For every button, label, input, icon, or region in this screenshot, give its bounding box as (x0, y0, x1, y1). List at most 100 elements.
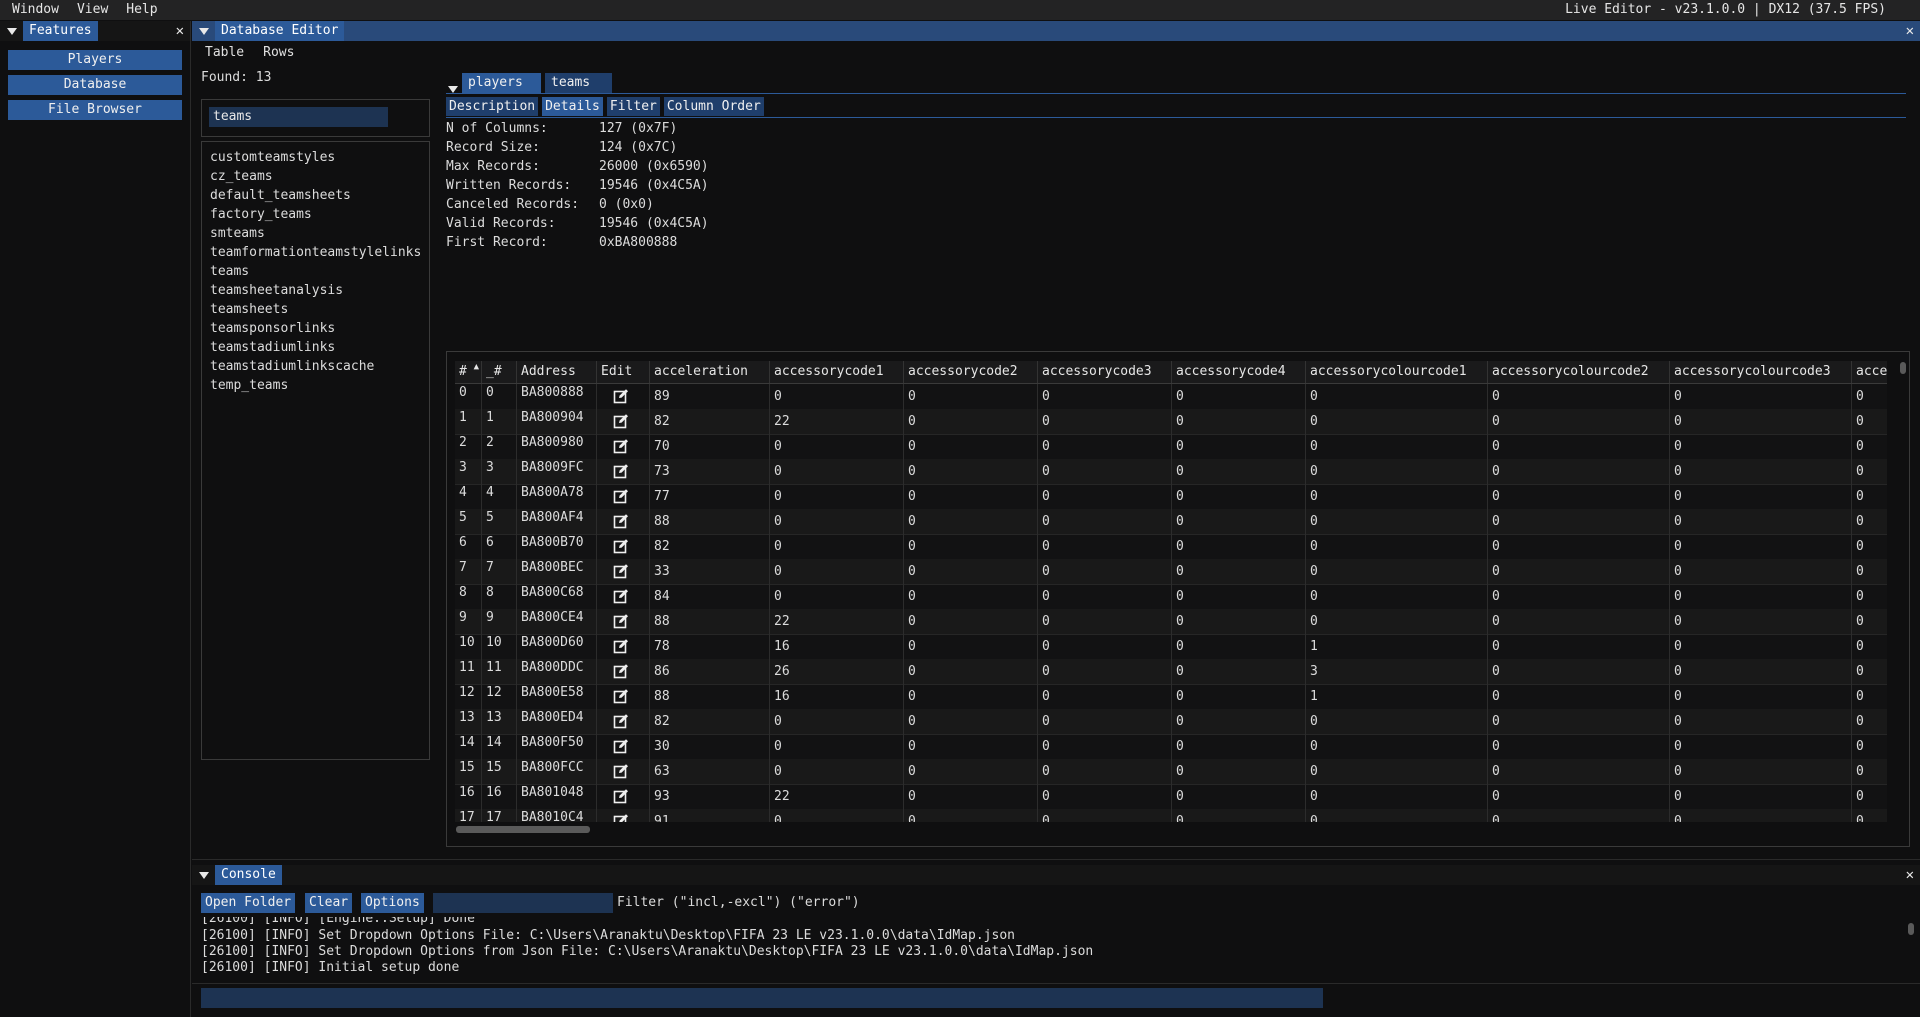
column-header[interactable]: accessorycode4 (1172, 361, 1306, 383)
edit-icon[interactable] (613, 813, 629, 822)
tab-filter[interactable]: Filter (606, 97, 660, 116)
edit-cell[interactable] (597, 784, 650, 809)
column-header[interactable]: accessorycolourcode3 (1670, 361, 1852, 383)
list-item[interactable]: teamsheetanalysis (210, 281, 343, 300)
edit-icon[interactable] (613, 688, 629, 704)
table-row[interactable]: 16 16 BA801048 93 22 0 0 0 0 0 0 0 (455, 784, 1887, 810)
edit-icon[interactable] (613, 538, 629, 554)
edit-cell[interactable] (597, 459, 650, 484)
edit-icon[interactable] (613, 588, 629, 604)
edit-icon[interactable] (613, 663, 629, 679)
edit-icon[interactable] (613, 613, 629, 629)
table-row[interactable]: 5 5 BA800AF4 88 0 0 0 0 0 0 0 0 (455, 509, 1887, 535)
edit-cell[interactable] (597, 434, 650, 459)
list-item[interactable]: smteams (210, 224, 265, 243)
edit-icon[interactable] (613, 713, 629, 729)
column-header[interactable]: Address (517, 361, 597, 383)
console-command-input[interactable] (201, 988, 1323, 1008)
column-header[interactable]: # ▲ (455, 361, 482, 383)
options-button[interactable]: Options (361, 893, 424, 913)
table-row[interactable]: 6 6 BA800B70 82 0 0 0 0 0 0 0 0 (455, 534, 1887, 560)
collapse-icon[interactable] (448, 86, 458, 93)
tab-column-order[interactable]: Column Order (663, 97, 764, 116)
edit-icon[interactable] (613, 638, 629, 654)
list-item[interactable]: temp_teams (210, 376, 288, 395)
edit-icon[interactable] (613, 738, 629, 754)
features-titlebar[interactable]: Features ✕ (0, 21, 190, 41)
edit-icon[interactable] (613, 788, 629, 804)
file-browser-button[interactable]: File Browser (8, 100, 182, 120)
menu-window[interactable]: Window (6, 0, 65, 20)
list-item[interactable]: cz_teams (210, 167, 273, 186)
edit-cell[interactable] (597, 484, 650, 509)
table-search-input[interactable]: teams (209, 107, 388, 127)
column-header[interactable]: accessorycode2 (904, 361, 1038, 383)
table-row[interactable]: 7 7 BA800BEC 33 0 0 0 0 0 0 0 0 (455, 559, 1887, 585)
horizontal-scrollbar[interactable] (456, 826, 590, 833)
list-item[interactable]: customteamstyles (210, 148, 335, 167)
edit-icon[interactable] (613, 438, 629, 454)
edit-cell[interactable] (597, 634, 650, 659)
edit-icon[interactable] (613, 563, 629, 579)
column-header[interactable]: accessorycolourcode2 (1488, 361, 1670, 383)
list-item[interactable]: teamstadiumlinkscache (210, 357, 374, 376)
table-row[interactable]: 4 4 BA800A78 77 0 0 0 0 0 0 0 0 (455, 484, 1887, 510)
tab-teams[interactable]: teams (545, 73, 612, 93)
list-item[interactable]: teamsponsorlinks (210, 319, 335, 338)
edit-cell[interactable] (597, 584, 650, 609)
edit-cell[interactable] (597, 559, 650, 584)
open-folder-button[interactable]: Open Folder (201, 893, 296, 913)
edit-cell[interactable] (597, 734, 650, 759)
close-icon[interactable]: ✕ (176, 23, 184, 39)
edit-cell[interactable] (597, 509, 650, 534)
list-item[interactable]: factory_teams (210, 205, 312, 224)
list-item[interactable]: teamstadiumlinks (210, 338, 335, 357)
column-header[interactable]: acce (1852, 361, 1887, 383)
edit-cell[interactable] (597, 409, 650, 434)
table-row[interactable]: 11 11 BA800DDC 86 26 0 0 0 3 0 0 0 (455, 659, 1887, 685)
table-row[interactable]: 12 12 BA800E58 88 16 0 0 0 1 0 0 0 (455, 684, 1887, 710)
edit-cell[interactable] (597, 809, 650, 822)
column-header[interactable]: accessorycode1 (770, 361, 904, 383)
collapse-icon[interactable] (199, 27, 209, 35)
tab-details[interactable]: Details (542, 97, 603, 116)
table-row[interactable]: 2 2 BA800980 70 0 0 0 0 0 0 0 0 (455, 434, 1887, 460)
edit-icon[interactable] (613, 488, 629, 504)
edit-cell[interactable] (597, 609, 650, 634)
records-table[interactable]: # ▲ _# Address Edit acceleration accessorycode… (455, 361, 1887, 822)
console-scrollbar[interactable] (1908, 923, 1914, 935)
menu-table[interactable]: Table (205, 43, 244, 63)
table-row[interactable]: 1 1 BA800904 82 22 0 0 0 0 0 0 0 (455, 409, 1887, 435)
list-item[interactable]: teamformationteamstylelinks (210, 243, 421, 262)
close-icon[interactable]: ✕ (1906, 867, 1914, 883)
edit-icon[interactable] (613, 763, 629, 779)
vertical-scrollbar[interactable] (1900, 362, 1906, 374)
clear-button[interactable]: Clear (305, 893, 353, 913)
edit-icon[interactable] (613, 413, 629, 429)
tab-description[interactable]: Description (446, 97, 539, 116)
list-item[interactable]: default_teamsheets (210, 186, 351, 205)
list-item[interactable]: teams (210, 262, 249, 281)
list-item[interactable]: teamsheets (210, 300, 288, 319)
database-editor-titlebar[interactable]: Database Editor ✕ (192, 21, 1920, 41)
edit-cell[interactable] (597, 534, 650, 559)
edit-icon[interactable] (613, 463, 629, 479)
edit-cell[interactable] (597, 384, 650, 409)
edit-cell[interactable] (597, 659, 650, 684)
console-filter-input[interactable] (433, 893, 613, 913)
column-header[interactable]: _# (482, 361, 517, 383)
table-row[interactable]: 10 10 BA800D60 78 16 0 0 0 1 0 0 0 (455, 634, 1887, 660)
menu-rows[interactable]: Rows (263, 43, 294, 63)
console-titlebar[interactable]: Console ✕ (192, 865, 1920, 885)
table-row[interactable]: 9 9 BA800CE4 88 22 0 0 0 0 0 0 0 (455, 609, 1887, 635)
database-button[interactable]: Database (8, 75, 182, 95)
edit-icon[interactable] (613, 388, 629, 404)
menu-view[interactable]: View (71, 0, 114, 20)
tab-players[interactable]: players (462, 73, 541, 93)
table-row[interactable]: 14 14 BA800F50 30 0 0 0 0 0 0 0 0 (455, 734, 1887, 760)
table-row[interactable]: 3 3 BA8009FC 73 0 0 0 0 0 0 0 0 (455, 459, 1887, 485)
edit-cell[interactable] (597, 759, 650, 784)
edit-icon[interactable] (613, 513, 629, 529)
edit-cell[interactable] (597, 684, 650, 709)
table-row[interactable]: 15 15 BA800FCC 63 0 0 0 0 0 0 0 0 (455, 759, 1887, 785)
